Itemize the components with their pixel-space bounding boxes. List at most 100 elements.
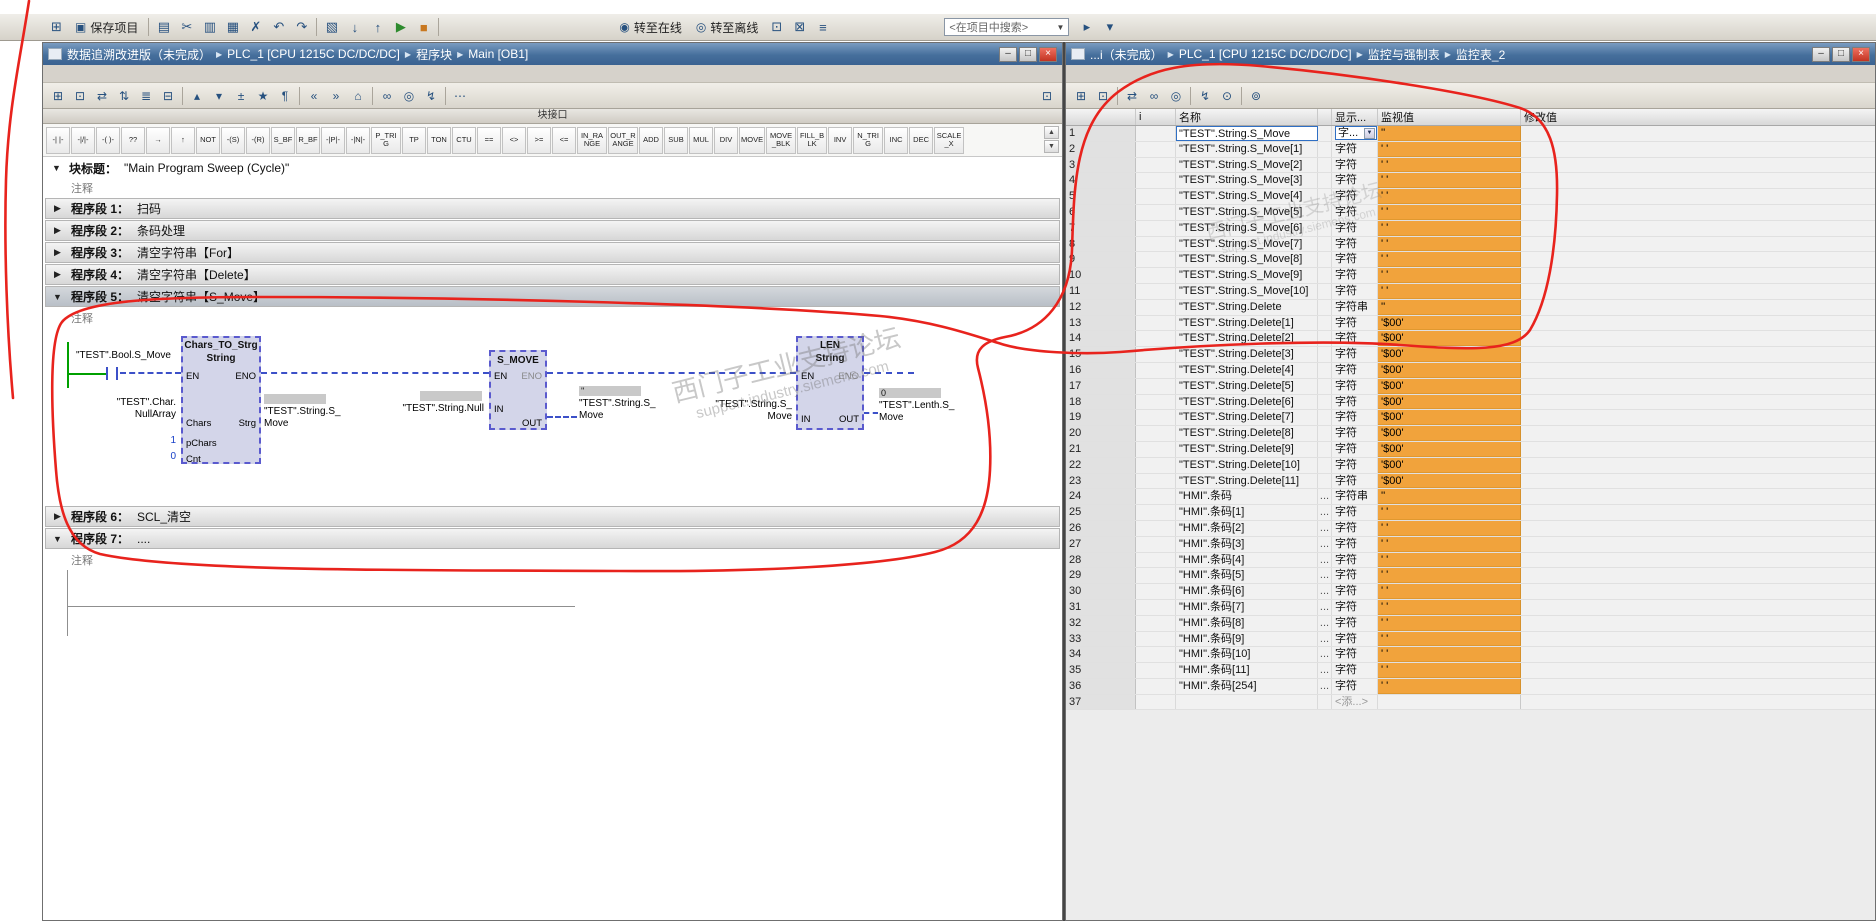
row-display-format-cell[interactable]: 字符 bbox=[1332, 315, 1378, 331]
row-name-cell[interactable]: "TEST".String.S_Move bbox=[1176, 126, 1318, 141]
favorite-p-contact[interactable]: -|P|- bbox=[321, 126, 345, 154]
watch-table-row[interactable]: 18 "TEST".String.Delete[6] 字符 '$00' bbox=[1066, 394, 1875, 411]
len-block[interactable]: LEN String EN ENO IN OUT bbox=[796, 336, 864, 430]
row-name-cell[interactable]: "HMI".条码[11] bbox=[1176, 663, 1318, 678]
row-display-format-cell[interactable]: 字符 bbox=[1332, 568, 1378, 584]
add-row-icon[interactable]: ⊡ bbox=[1092, 86, 1114, 106]
row-name-cell[interactable]: "TEST".String.S_Move[4] bbox=[1176, 189, 1318, 204]
row-modify-value-cell[interactable] bbox=[1521, 410, 1875, 425]
row-comment-dots[interactable] bbox=[1318, 283, 1332, 299]
row-name-cell[interactable]: "TEST".String.Delete[9] bbox=[1176, 441, 1318, 457]
collapse-arrow-icon[interactable] bbox=[51, 163, 62, 173]
row-comment-dots[interactable]: ... bbox=[1318, 663, 1332, 678]
row-display-format-cell[interactable]: 字符 bbox=[1332, 663, 1378, 678]
row-name-cell[interactable]: "TEST".String.Delete[4] bbox=[1176, 362, 1318, 378]
undo-icon[interactable]: ↶ bbox=[267, 17, 290, 38]
row-comment-dots[interactable] bbox=[1318, 299, 1332, 315]
minimize-button[interactable] bbox=[1812, 46, 1830, 62]
output-operand[interactable]: "TEST".String.S_ Move bbox=[579, 398, 674, 422]
row-modify-value-cell[interactable] bbox=[1521, 663, 1875, 678]
breadcrumb-watch-force-tables[interactable]: 监控与强制表 bbox=[1368, 46, 1440, 63]
row-display-format-cell[interactable]: 字符 bbox=[1332, 505, 1378, 520]
row-name-cell[interactable]: "TEST".String.Delete[10] bbox=[1176, 457, 1318, 473]
watch-table-row[interactable]: 37 <添...> bbox=[1066, 694, 1875, 711]
column-header-monitor-value[interactable]: 监视值 bbox=[1378, 109, 1521, 125]
network-4-header[interactable]: 程序段 4： 清空字符串【Delete】 bbox=[45, 264, 1060, 285]
watch-table-row[interactable]: 11 "TEST".String.S_Move[10] 字符 ' ' bbox=[1066, 283, 1875, 300]
favorite-cmp-eq[interactable]: == bbox=[477, 126, 501, 154]
network-3-header[interactable]: 程序段 3： 清空字符串【For】 bbox=[45, 242, 1060, 263]
row-name-cell[interactable]: "TEST".String.S_Move[2] bbox=[1176, 157, 1318, 173]
row-modify-value-cell[interactable] bbox=[1521, 300, 1875, 315]
expand-networks-icon[interactable]: ▾ bbox=[208, 86, 230, 106]
row-display-format-cell[interactable]: 字符 bbox=[1332, 189, 1378, 204]
watch-table-row[interactable]: 5 "TEST".String.S_Move[4] 字符 ' ' bbox=[1066, 189, 1875, 205]
row-modify-value-cell[interactable] bbox=[1521, 426, 1875, 441]
column-header-dots[interactable] bbox=[1318, 109, 1332, 125]
restore-button[interactable] bbox=[1019, 46, 1037, 62]
row-comment-dots[interactable] bbox=[1318, 378, 1332, 394]
row-display-format-cell[interactable]: 字符 bbox=[1332, 552, 1378, 568]
expand-arrow-icon[interactable] bbox=[52, 269, 63, 280]
row-modify-value-cell[interactable] bbox=[1521, 647, 1875, 662]
row-display-format-cell[interactable]: 字符 bbox=[1332, 584, 1378, 599]
row-display-format-cell[interactable]: 字符 bbox=[1332, 173, 1378, 189]
expand-arrow-icon[interactable] bbox=[52, 247, 63, 258]
watch-table-row[interactable]: 32 "HMI".条码[8]... 字符 ' ' bbox=[1066, 615, 1875, 632]
row-comment-dots[interactable] bbox=[1318, 410, 1332, 426]
insert-row-icon[interactable]: ≣ bbox=[135, 86, 157, 106]
row-modify-value-cell[interactable] bbox=[1521, 537, 1875, 552]
absolute-symbolic-icon[interactable]: ± bbox=[230, 86, 252, 106]
row-name-cell[interactable]: "TEST".String.Delete[7] bbox=[1176, 410, 1318, 426]
favorite-set-bitfield[interactable]: S_BF bbox=[271, 126, 295, 154]
watch-table-row[interactable]: 2 "TEST".String.S_Move[1] 字符 ' ' bbox=[1066, 141, 1875, 158]
row-comment-dots[interactable] bbox=[1318, 126, 1332, 141]
favorite-in-range[interactable]: IN_RANGE bbox=[577, 126, 607, 154]
show-split-editor-icon[interactable]: ≡ bbox=[811, 17, 834, 38]
row-modify-value-cell[interactable] bbox=[1521, 600, 1875, 615]
row-comment-dots[interactable] bbox=[1318, 157, 1332, 173]
row-comment-dots[interactable]: ... bbox=[1318, 615, 1332, 631]
row-modify-value-cell[interactable] bbox=[1521, 505, 1875, 520]
watch-table-row[interactable]: 24 "HMI".条码... 字符串 '' bbox=[1066, 489, 1875, 506]
breadcrumb-plc[interactable]: PLC_1 [CPU 1215C DC/DC/DC] bbox=[227, 47, 400, 61]
row-modify-value-cell[interactable] bbox=[1521, 632, 1875, 647]
row-display-format-cell[interactable]: 字符 bbox=[1332, 378, 1378, 394]
row-name-cell[interactable]: "HMI".条码[10] bbox=[1176, 647, 1318, 663]
row-display-format-cell[interactable]: 字符 bbox=[1332, 268, 1378, 283]
row-modify-value-cell[interactable] bbox=[1521, 252, 1875, 267]
row-name-cell[interactable]: "TEST".String.S_Move[7] bbox=[1176, 236, 1318, 252]
favorite-add[interactable]: ADD bbox=[639, 126, 663, 154]
favorite-cmp-ge[interactable]: >= bbox=[527, 126, 551, 154]
row-comment-dots[interactable]: ... bbox=[1318, 505, 1332, 520]
row-comment-dots[interactable] bbox=[1318, 220, 1332, 236]
row-display-format-cell[interactable]: 字符 bbox=[1332, 631, 1378, 647]
row-display-format-cell[interactable]: 字符 bbox=[1332, 220, 1378, 236]
watch-table-row[interactable]: 4 "TEST".String.S_Move[3] 字符 ' ' bbox=[1066, 173, 1875, 190]
row-modify-value-cell[interactable] bbox=[1521, 268, 1875, 283]
row-display-format-cell[interactable]: 字符 bbox=[1332, 441, 1378, 457]
row-comment-dots[interactable]: ... bbox=[1318, 489, 1332, 505]
watch-table-row[interactable]: 9 "TEST".String.S_Move[8] 字符 ' ' bbox=[1066, 252, 1875, 269]
row-comment-dots[interactable] bbox=[1318, 331, 1332, 347]
network-7-header[interactable]: 程序段 7： .... bbox=[45, 528, 1060, 549]
row-modify-value-cell[interactable] bbox=[1521, 347, 1875, 362]
insert-network-icon[interactable]: ⊞ bbox=[47, 86, 69, 106]
favorite-open-branch[interactable]: → bbox=[146, 126, 170, 154]
row-display-format-cell[interactable]: 字符 bbox=[1332, 157, 1378, 173]
favorite-move-blk[interactable]: MOVE_BLK bbox=[766, 126, 797, 154]
output-operand[interactable]: "TEST".String.S_ Move bbox=[264, 406, 359, 430]
modify-once-icon[interactable]: ⊙ bbox=[1216, 86, 1238, 106]
watch-table-row[interactable]: 7 "TEST".String.S_Move[6] 字符 ' ' bbox=[1066, 220, 1875, 237]
watch-table-row[interactable]: 26 "HMI".条码[2]... 字符 ' ' bbox=[1066, 520, 1875, 537]
contact-icon[interactable] bbox=[116, 367, 118, 380]
row-modify-value-cell[interactable] bbox=[1521, 679, 1875, 694]
pchars-constant[interactable]: 1 bbox=[156, 435, 176, 446]
row-name-cell[interactable]: "TEST".String.S_Move[9] bbox=[1176, 268, 1318, 283]
row-comment-dots[interactable] bbox=[1318, 347, 1332, 362]
row-comment-dots[interactable] bbox=[1318, 189, 1332, 204]
row-display-format-cell[interactable]: 字符 bbox=[1332, 457, 1378, 473]
favorite-cmp-ne[interactable]: <> bbox=[502, 126, 526, 154]
watch-table-row[interactable]: 28 "HMI".条码[4]... 字符 ' ' bbox=[1066, 552, 1875, 569]
row-display-format-cell[interactable]: 字符 bbox=[1332, 678, 1378, 694]
